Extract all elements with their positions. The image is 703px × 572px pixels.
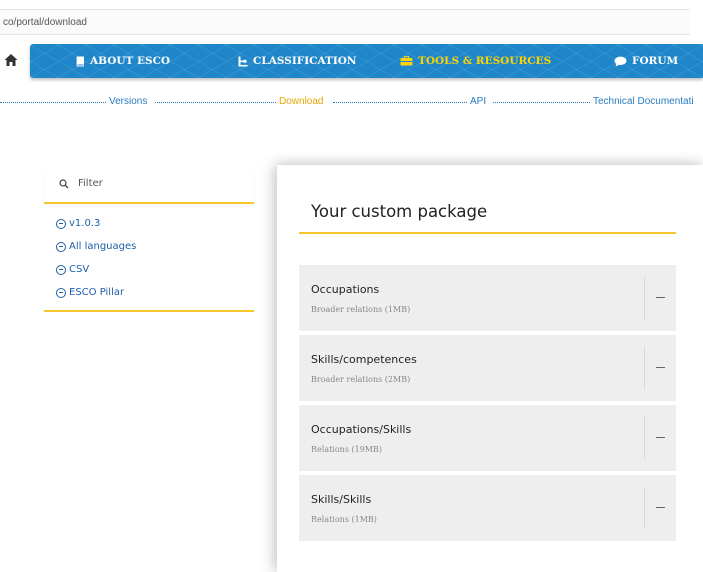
package-item-name: Occupations/Skills xyxy=(311,423,412,436)
hierarchy-icon xyxy=(238,56,248,66)
filter-item-label: All languages xyxy=(69,241,137,252)
filter-item-languages[interactable]: All languages xyxy=(44,235,254,258)
custom-package-card: Your custom package Occupations Broader … xyxy=(277,165,703,572)
nav-strip: ABOUT ESCO CLASSIFICATION TOOLS & RESOUR… xyxy=(30,44,703,78)
package-item-name: Skills/Skills xyxy=(311,493,372,506)
subnav-versions[interactable]: Versions xyxy=(109,96,147,107)
active-filters: v1.0.3 All languages CSV ESCO Pillar xyxy=(44,204,254,312)
package-item-name: Occupations xyxy=(311,283,380,296)
nav-item-label: TOOLS & RESOURCES xyxy=(418,55,552,67)
filter-input[interactable]: Filter xyxy=(44,168,254,204)
card-title: Your custom package xyxy=(311,202,488,221)
remove-circle-icon[interactable] xyxy=(56,241,66,252)
filter-placeholder: Filter xyxy=(78,178,103,189)
package-item-detail: Broader relations (1MB) xyxy=(311,305,411,314)
package-item-occupations: Occupations Broader relations (1MB) xyxy=(299,265,676,331)
title-underline xyxy=(299,232,676,234)
filter-item-version[interactable]: v1.0.3 xyxy=(44,212,254,235)
address-bar[interactable]: co/portal/download xyxy=(0,9,690,35)
package-item-detail: Relations (1MB) xyxy=(311,515,377,524)
filter-item-label: ESCO Pillar xyxy=(69,287,125,298)
nav-item-label: CLASSIFICATION xyxy=(253,55,357,67)
nav-item-classification[interactable]: CLASSIFICATION xyxy=(238,44,357,78)
filter-item-label: CSV xyxy=(69,264,90,275)
nav-item-tools-resources[interactable]: TOOLS & RESOURCES xyxy=(400,44,551,78)
package-item-occupations-skills: Occupations/Skills Relations (19MB) xyxy=(299,405,676,471)
remove-circle-icon[interactable] xyxy=(56,264,66,275)
package-item-detail: Relations (19MB) xyxy=(311,445,382,454)
package-item-name: Skills/competences xyxy=(311,353,417,366)
sub-navigation: Versions Download API Technical Document… xyxy=(0,95,703,111)
main-navigation: ABOUT ESCO CLASSIFICATION TOOLS & RESOUR… xyxy=(0,44,703,78)
filter-item-format[interactable]: CSV xyxy=(44,258,254,281)
collapse-minus-icon[interactable] xyxy=(645,335,676,401)
package-item-skills-skills: Skills/Skills Relations (1MB) xyxy=(299,475,676,541)
filter-panel: Filter v1.0.3 All languages CSV ESCO Pil… xyxy=(44,168,254,312)
toolbox-icon xyxy=(400,56,413,66)
collapse-minus-icon[interactable] xyxy=(645,265,676,331)
search-icon xyxy=(59,179,69,189)
package-item-detail: Broader relations (2MB) xyxy=(311,375,411,384)
dotted-divider xyxy=(493,102,590,103)
nav-item-label: ABOUT ESCO xyxy=(90,55,171,67)
package-item-skills-competences: Skills/competences Broader relations (2M… xyxy=(299,335,676,401)
remove-circle-icon[interactable] xyxy=(56,218,66,229)
collapse-minus-icon[interactable] xyxy=(645,475,676,541)
chat-icon xyxy=(614,56,627,66)
nav-item-about-esco[interactable]: ABOUT ESCO xyxy=(76,44,170,78)
book-icon xyxy=(76,56,84,66)
dotted-divider xyxy=(333,102,467,103)
filter-item-pillar[interactable]: ESCO Pillar xyxy=(44,281,254,304)
subnav-api[interactable]: API xyxy=(470,96,486,107)
remove-circle-icon[interactable] xyxy=(56,287,66,298)
filter-item-label: v1.0.3 xyxy=(69,218,101,229)
nav-item-label: FORUM xyxy=(632,55,679,67)
subnav-technical-documentation[interactable]: Technical Documentati xyxy=(593,96,694,107)
dotted-divider xyxy=(0,102,106,103)
collapse-minus-icon[interactable] xyxy=(645,405,676,471)
nav-item-forum[interactable]: FORUM xyxy=(614,44,678,78)
home-icon[interactable] xyxy=(4,52,18,68)
subnav-download[interactable]: Download xyxy=(279,96,323,107)
dotted-divider xyxy=(155,102,276,103)
